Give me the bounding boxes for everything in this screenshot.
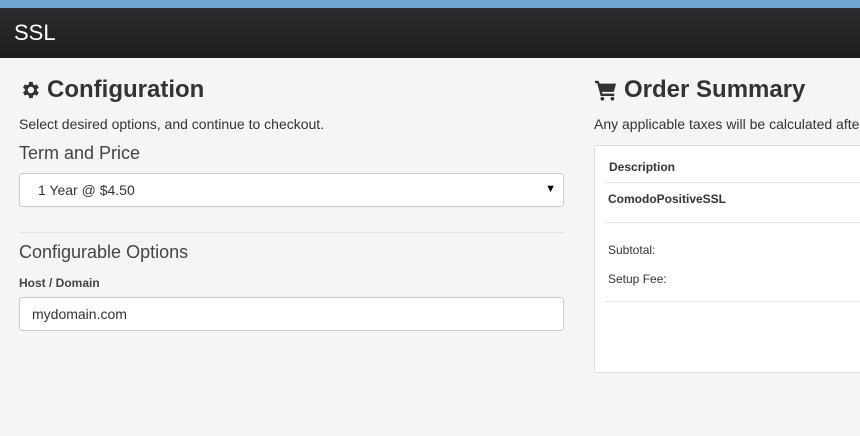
top-accent-strip xyxy=(0,0,860,8)
subtotal-label: Subtotal: xyxy=(608,243,656,257)
term-price-selected: 1 Year @ $4.50 xyxy=(38,182,135,198)
configuration-subtitle: Select desired options, and continue to … xyxy=(19,116,325,132)
summary-divider xyxy=(605,182,860,183)
summary-divider xyxy=(605,222,860,223)
term-price-title: Term and Price xyxy=(19,143,141,163)
host-domain-label: Host / Domain xyxy=(19,276,100,290)
host-domain-input[interactable] xyxy=(19,297,564,331)
gear-icon xyxy=(19,79,41,101)
order-summary-panel: Description ComodoPositiveSSL Subtotal: … xyxy=(594,145,860,373)
summary-divider xyxy=(605,301,860,302)
page-header: SSL xyxy=(0,8,860,58)
term-price-select[interactable]: 1 Year @ $4.50 ▼ xyxy=(19,173,564,207)
configuration-title: Configuration xyxy=(47,76,205,103)
chevron-down-icon: ▼ xyxy=(545,183,556,195)
configurable-options-title: Configurable Options xyxy=(19,242,189,262)
description-header: Description xyxy=(609,160,676,174)
product-name: ComodoPositiveSSL xyxy=(608,192,727,206)
page-title: SSL xyxy=(14,20,56,45)
section-divider xyxy=(19,232,564,233)
configuration-heading: Configuration xyxy=(19,76,204,104)
order-summary-subtitle: Any applicable taxes will be calculated … xyxy=(594,116,860,132)
order-summary-heading: Order Summary xyxy=(594,76,805,104)
setup-fee-label: Setup Fee: xyxy=(608,272,667,286)
order-summary-title: Order Summary xyxy=(624,76,806,103)
cart-icon xyxy=(594,79,618,101)
